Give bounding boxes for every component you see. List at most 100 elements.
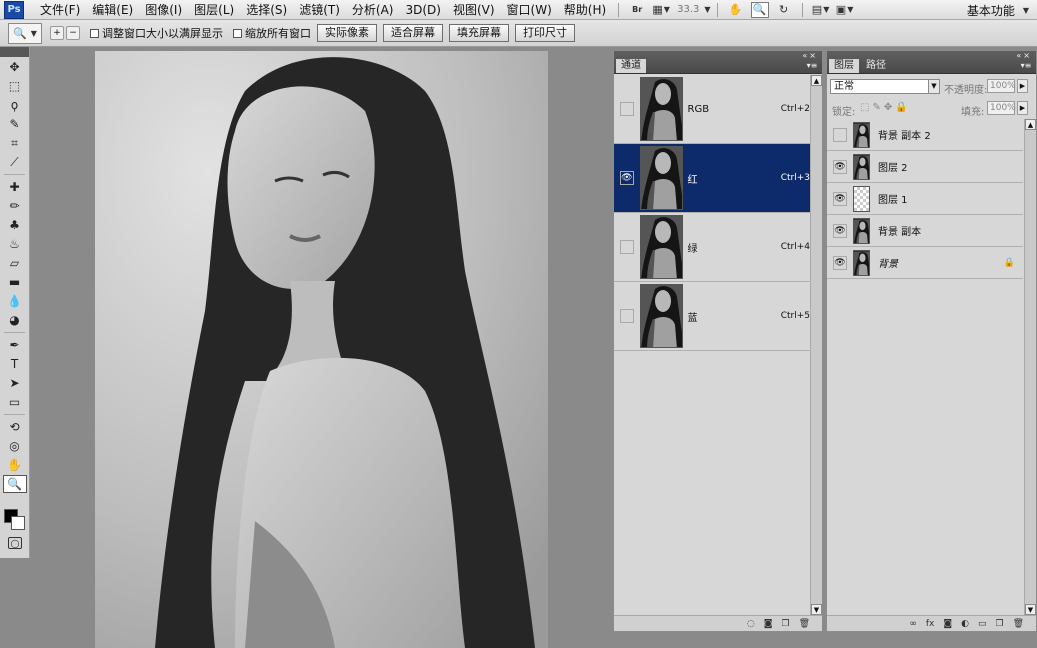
zoom-level[interactable]: 33.3 [673, 4, 703, 15]
bridge-icon[interactable]: Br [628, 2, 646, 18]
zoom-dropdown-icon[interactable]: ▼ [704, 5, 710, 14]
scroll-down-icon[interactable]: ▼ [811, 604, 822, 615]
pen-tool-icon[interactable]: ✒ [3, 336, 27, 354]
layer-style-icon[interactable]: fx [926, 619, 935, 629]
menu-select[interactable]: 选择(S) [240, 0, 293, 20]
eye-icon[interactable]: 👁 [833, 223, 847, 238]
menu-image[interactable]: 图像(I) [139, 0, 188, 20]
layer-row[interactable]: 👁 图层 2 [827, 151, 1023, 183]
zoom-in-icon[interactable]: + [50, 26, 64, 40]
save-selection-icon[interactable]: ◙ [764, 619, 773, 629]
menu-filter[interactable]: 滤镜(T) [293, 0, 346, 20]
gradient-tool-icon[interactable]: ▬ [3, 273, 27, 291]
eraser-tool-icon[interactable]: ▱ [3, 254, 27, 272]
eye-icon[interactable]: 👁 [620, 171, 634, 185]
eyedropper-tool-icon[interactable]: ⟋ [3, 153, 27, 171]
quick-mask-icon[interactable]: ◯ [8, 537, 22, 549]
background-color-swatch[interactable] [11, 516, 25, 530]
eye-icon[interactable]: 👁 [833, 255, 847, 270]
blur-tool-icon[interactable]: 💧 [3, 292, 27, 310]
view-extras-icon[interactable]: ▦ ▼ [652, 2, 670, 18]
fill-field[interactable]: 100% [987, 101, 1016, 115]
panel-menu-icon[interactable]: ▾≡ [1020, 61, 1032, 71]
layer-row[interactable]: 👁 背景 🔒 [827, 247, 1023, 279]
3d-orbit-tool-icon[interactable]: ◎ [3, 437, 27, 455]
checkbox-box[interactable] [90, 28, 99, 38]
menu-layer[interactable]: 图层(L) [188, 0, 240, 20]
history-brush-tool-icon[interactable]: ♨ [3, 235, 27, 253]
dodge-tool-icon[interactable]: ◕ [3, 311, 27, 329]
spot-healing-tool-icon[interactable]: ✚ [3, 178, 27, 196]
channels-scrollbar[interactable]: ▲ ▼ [810, 75, 822, 615]
panel-grip[interactable] [0, 47, 29, 57]
layer-row[interactable]: 背景 副本 2 [827, 119, 1023, 151]
fill-screen-button[interactable]: 填充屏幕 [449, 24, 509, 42]
arrange-documents-icon[interactable]: ▤ ▼ [812, 2, 830, 18]
type-tool-icon[interactable]: T [3, 355, 27, 373]
hand-tool-icon[interactable]: ✋ [3, 456, 27, 474]
menu-3d[interactable]: 3D(D) [399, 0, 446, 20]
channel-row[interactable]: RGB Ctrl+2 [614, 75, 810, 144]
layer-row[interactable]: 👁 图层 1 [827, 183, 1023, 215]
fit-screen-button[interactable]: 适合屏幕 [383, 24, 443, 42]
menu-help[interactable]: 帮助(H) [558, 0, 612, 20]
print-size-button[interactable]: 打印尺寸 [515, 24, 575, 42]
load-selection-icon[interactable]: ◌ [747, 619, 755, 629]
scroll-up-icon[interactable]: ▲ [811, 75, 822, 86]
marquee-tool-icon[interactable]: ⬚ [3, 77, 27, 95]
layer-mask-icon[interactable]: ◙ [943, 619, 952, 629]
eye-icon[interactable]: 👁 [833, 159, 847, 174]
zoom-tool-icon[interactable]: 🔍 [750, 1, 769, 18]
opacity-field[interactable]: 100% [987, 79, 1016, 93]
hand-tool-icon[interactable]: ✋ [727, 2, 745, 18]
link-layers-icon[interactable]: ∞ [909, 619, 917, 629]
fill-arrow-icon[interactable]: ▶ [1017, 101, 1028, 115]
new-group-icon[interactable]: ▭ [978, 619, 987, 629]
new-channel-icon[interactable]: ❐ [781, 619, 789, 629]
tab-layers[interactable]: 图层 [829, 59, 859, 73]
channel-row[interactable]: 蓝 Ctrl+5 [614, 282, 810, 351]
visibility-toggle[interactable] [620, 240, 634, 254]
menu-window[interactable]: 窗口(W) [501, 0, 558, 20]
menu-edit[interactable]: 编辑(E) [86, 0, 139, 20]
rotate-view-icon[interactable]: ↻ [775, 2, 793, 18]
screen-mode-icon[interactable]: ▣ ▼ [836, 2, 854, 18]
menu-file[interactable]: 文件(F) [34, 0, 86, 20]
tab-channels[interactable]: 通道 [616, 59, 646, 73]
document-image[interactable] [95, 51, 548, 648]
panel-menu-icon[interactable]: ▾≡ [806, 61, 818, 71]
crop-tool-icon[interactable]: ⌗ [3, 134, 27, 152]
quick-selection-tool-icon[interactable]: ✎ [3, 115, 27, 133]
3d-rotate-tool-icon[interactable]: ⟲ [3, 418, 27, 436]
panel-collapse-icon[interactable]: «× [1016, 51, 1032, 60]
document-canvas-area[interactable] [31, 47, 612, 648]
menu-analysis[interactable]: 分析(A) [346, 0, 400, 20]
opacity-arrow-icon[interactable]: ▶ [1017, 79, 1028, 93]
brush-tool-icon[interactable]: ✏ [3, 197, 27, 215]
visibility-toggle[interactable] [620, 102, 634, 116]
move-tool-icon[interactable]: ✥ [3, 58, 27, 76]
eye-icon[interactable]: 👁 [833, 191, 847, 206]
workspace-switcher[interactable]: 基本功能 ▼ [967, 0, 1029, 20]
lasso-tool-icon[interactable]: ϙ [3, 96, 27, 114]
layer-row[interactable]: 👁 背景 副本 [827, 215, 1023, 247]
scroll-down-icon[interactable]: ▼ [1025, 604, 1036, 615]
adjustment-layer-icon[interactable]: ◐ [961, 619, 969, 629]
tool-preset-picker[interactable]: 🔍 ▼ [8, 22, 42, 44]
zoom-all-checkbox[interactable]: 缩放所有窗口 [233, 25, 311, 41]
trash-icon[interactable]: 🗑 [799, 619, 810, 629]
new-layer-icon[interactable]: ❐ [995, 619, 1003, 629]
scroll-up-icon[interactable]: ▲ [1025, 119, 1036, 130]
channel-row[interactable]: 绿 Ctrl+4 [614, 213, 810, 282]
menu-view[interactable]: 视图(V) [447, 0, 501, 20]
panel-collapse-icon[interactable]: «× [802, 51, 818, 60]
visibility-toggle[interactable] [833, 127, 847, 142]
path-selection-tool-icon[interactable]: ➤ [3, 374, 27, 392]
visibility-toggle[interactable] [620, 309, 634, 323]
trash-icon[interactable]: 🗑 [1013, 619, 1024, 629]
zoom-tool-icon[interactable]: 🔍 [2, 475, 27, 493]
blend-mode-select[interactable]: 正常 ▼ [830, 79, 940, 94]
checkbox-box[interactable] [233, 28, 242, 38]
lock-options-icons[interactable]: ⬚✎✥🔒 [860, 102, 911, 113]
tab-paths[interactable]: 路径 [861, 59, 891, 73]
